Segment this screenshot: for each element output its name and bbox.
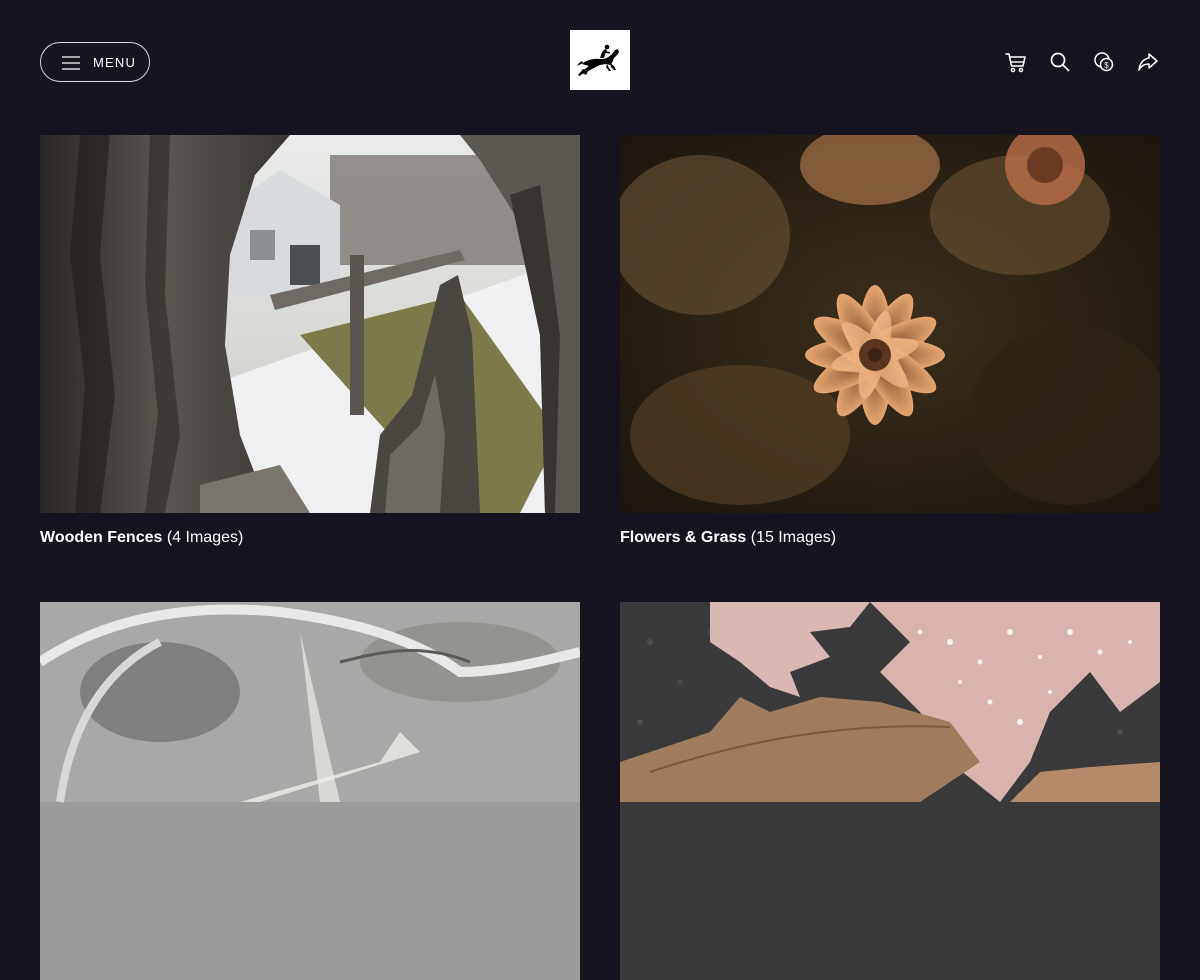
gallery-title: Wooden Fences xyxy=(40,529,163,546)
gallery-photo[interactable] xyxy=(620,135,1160,513)
horse-silhouette-icon xyxy=(577,44,619,76)
gallery-caption[interactable]: Flowers & Grass (15 Images) xyxy=(620,529,1160,547)
flower-photo-image xyxy=(620,135,1160,513)
gallery-card[interactable] xyxy=(40,602,580,980)
site-header: MENU $ xyxy=(0,0,1200,125)
gallery-photo[interactable] xyxy=(620,602,1160,980)
gallery-count: (15 Images) xyxy=(750,529,837,546)
menu-button[interactable]: MENU xyxy=(40,42,150,82)
hamburger-icon xyxy=(62,56,80,70)
gallery-count: (4 Images) xyxy=(166,529,244,546)
gallery-photo[interactable] xyxy=(40,135,580,513)
currency-icon[interactable]: $ xyxy=(1092,50,1116,74)
svg-text:$: $ xyxy=(1104,61,1109,70)
share-icon[interactable] xyxy=(1136,50,1160,74)
gallery-card[interactable]: Flowers & Grass (15 Images) xyxy=(620,135,1160,547)
cart-icon[interactable] xyxy=(1004,50,1028,74)
ice-photo-image xyxy=(40,602,580,980)
header-actions: $ xyxy=(1004,50,1160,74)
gallery-photo[interactable] xyxy=(40,602,580,980)
fence-photo-image xyxy=(40,135,580,513)
gallery-caption[interactable]: Wooden Fences (4 Images) xyxy=(40,529,580,547)
gallery-title: Flowers & Grass xyxy=(620,529,747,546)
menu-label: MENU xyxy=(93,55,137,70)
leaves-photo-image xyxy=(620,602,1160,980)
horse-jumper-logo[interactable] xyxy=(570,30,630,90)
gallery-card[interactable]: Wooden Fences (4 Images) xyxy=(40,135,580,547)
search-icon[interactable] xyxy=(1048,50,1072,74)
gallery-card[interactable] xyxy=(620,602,1160,980)
